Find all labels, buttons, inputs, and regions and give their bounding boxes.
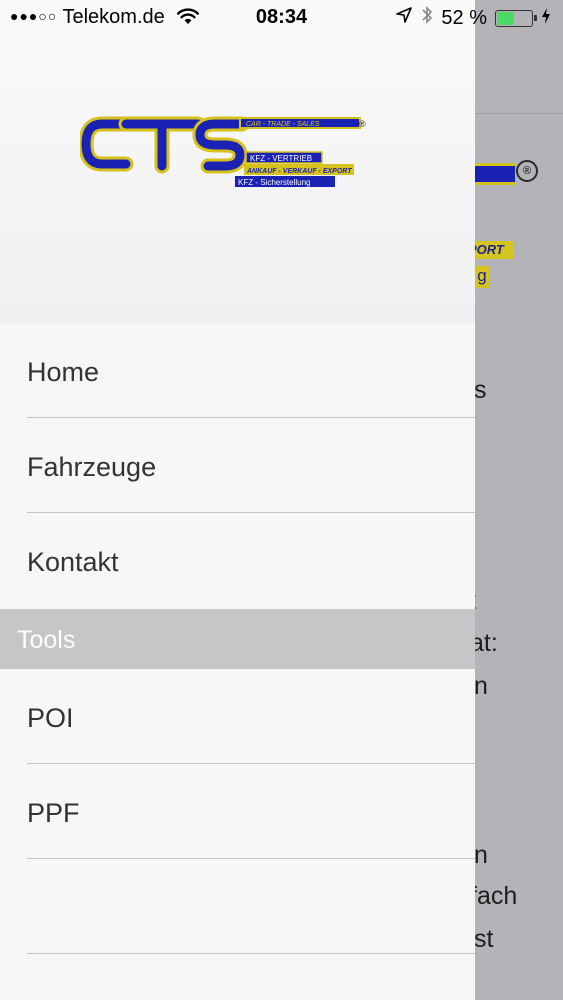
logo-registered: ® — [359, 119, 366, 129]
background-text-fragment: fach — [470, 882, 518, 910]
section-header-tools: Tools — [0, 609, 475, 669]
menu-item-label: Fahrzeuge — [27, 452, 157, 482]
menu-item-fahrzeuge[interactable]: Fahrzeuge — [0, 418, 475, 513]
battery-icon — [495, 9, 537, 27]
status-right: 52 % — [395, 5, 551, 31]
menu-item-kontakt[interactable]: Kontakt — [0, 513, 475, 608]
background-text-fragment: n — [474, 841, 488, 869]
background-text-fragment: s — [474, 376, 487, 404]
battery-level — [497, 11, 514, 25]
menu-item-home[interactable]: Home — [0, 323, 475, 418]
logo-line3: KFZ - Sicherstellung — [238, 178, 310, 187]
side-menu-drawer: CAR - TRADE - SALES ® KFZ - VERTRIEB ANK… — [0, 0, 475, 1000]
logo-line1: KFZ - VERTRIEB — [250, 154, 312, 163]
background-logo-bar — [475, 163, 515, 185]
background-text-fragment: st — [474, 925, 494, 953]
charging-bolt-icon — [541, 7, 551, 30]
logo-tagline: CAR - TRADE - SALES — [246, 121, 320, 128]
tools-menu: POI PPF — [0, 669, 475, 954]
background-text-fragment: n — [474, 672, 488, 700]
logo-line2: ANKAUF - VERKAUF - EXPORT — [246, 168, 352, 175]
menu-item-label: Home — [27, 357, 100, 387]
section-header-label: Tools — [17, 626, 76, 654]
menu-item-label: PPF — [27, 798, 80, 828]
background-g-text: g — [475, 266, 489, 288]
menu-separator — [27, 953, 475, 954]
cts-logo: CAR - TRADE - SALES ® KFZ - VERTRIEB ANK… — [80, 116, 366, 187]
navbar-divider — [475, 113, 563, 114]
location-arrow-icon — [395, 6, 413, 30]
menu-item-label: POI — [27, 703, 74, 733]
background-registered-mark: ® — [516, 160, 538, 182]
menu-item-ppf[interactable]: PPF — [0, 764, 475, 859]
menu-item-poi[interactable]: POI — [0, 669, 475, 764]
menu-item-empty[interactable] — [0, 859, 475, 954]
status-bar: ●●●○○ Telekom.de 08:34 52 % — [0, 0, 563, 36]
main-menu: Home Fahrzeuge Kontakt — [0, 323, 475, 608]
bluetooth-icon — [421, 5, 433, 31]
battery-percent: 52 % — [441, 6, 487, 29]
menu-item-label: Kontakt — [27, 547, 119, 577]
drawer-header: CAR - TRADE - SALES ® KFZ - VERTRIEB ANK… — [0, 0, 475, 323]
